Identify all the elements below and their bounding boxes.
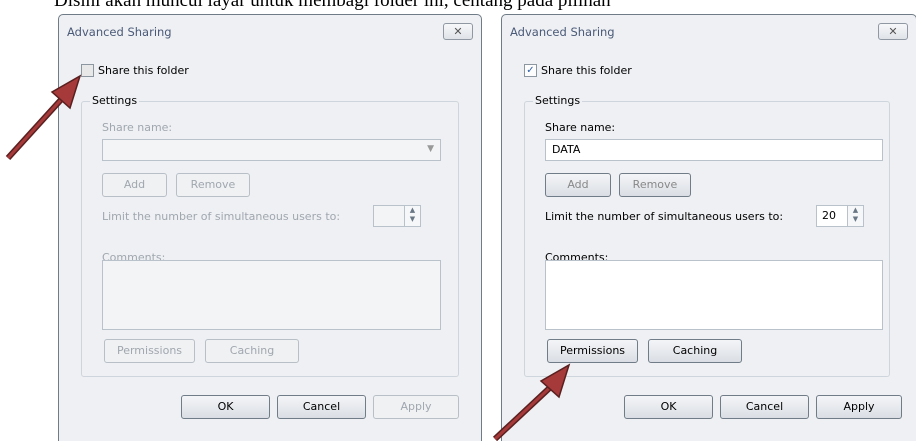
limit-users-label: Limit the number of simultaneous users t…: [102, 210, 341, 223]
share-name-value: DATA: [552, 143, 581, 156]
share-folder-checkbox-row[interactable]: ✓ Share this folder: [524, 64, 632, 77]
ok-button[interactable]: OK: [624, 395, 713, 419]
permissions-button[interactable]: Permissions: [104, 339, 195, 363]
close-icon: ✕: [453, 25, 463, 38]
share-name-combobox[interactable]: ▼: [102, 139, 441, 161]
caching-button[interactable]: Caching: [205, 339, 299, 363]
close-button[interactable]: ✕: [878, 23, 908, 40]
caching-button[interactable]: Caching: [648, 339, 742, 363]
remove-button[interactable]: Remove: [176, 173, 250, 197]
cancel-button[interactable]: Cancel: [277, 395, 366, 419]
permissions-button[interactable]: Permissions: [547, 339, 638, 363]
dialog-title: Advanced Sharing: [67, 25, 172, 39]
cancel-button[interactable]: Cancel: [720, 395, 809, 419]
document-caption: Disini akan muncul layar untuk membagi f…: [54, 0, 611, 11]
remove-button[interactable]: Remove: [619, 173, 691, 197]
limit-users-spinner[interactable]: 20 ▲ ▼: [816, 205, 864, 227]
share-folder-checkbox[interactable]: ✓: [524, 64, 537, 77]
add-button[interactable]: Add: [545, 173, 611, 197]
share-folder-label: Share this folder: [541, 64, 632, 77]
advanced-sharing-dialog-checked: Advanced Sharing ✕ ✓ Share this folder S…: [501, 14, 916, 441]
close-button[interactable]: ✕: [443, 23, 473, 40]
share-name-input[interactable]: DATA: [545, 139, 883, 161]
settings-label: Settings: [533, 94, 583, 107]
spin-up-icon[interactable]: ▲: [405, 206, 420, 215]
spin-down-icon[interactable]: ▼: [405, 215, 420, 224]
share-name-label: Share name:: [102, 121, 173, 134]
share-folder-checkbox-row[interactable]: Share this folder: [81, 64, 189, 77]
checkmark-icon: ✓: [526, 65, 535, 76]
chevron-down-icon: ▼: [427, 144, 434, 154]
limit-users-spinner[interactable]: ▲ ▼: [373, 205, 421, 227]
dialog-title: Advanced Sharing: [510, 25, 615, 39]
spin-up-icon[interactable]: ▲: [848, 206, 863, 215]
share-folder-label: Share this folder: [98, 64, 189, 77]
apply-button[interactable]: Apply: [816, 395, 902, 419]
spinner-buttons[interactable]: ▲ ▼: [404, 206, 420, 226]
add-button[interactable]: Add: [102, 173, 167, 197]
limit-users-value: 20: [822, 209, 836, 222]
advanced-sharing-dialog-unchecked: Advanced Sharing ✕ Share this folder Set…: [58, 14, 482, 441]
share-folder-checkbox[interactable]: [81, 64, 94, 77]
settings-label: Settings: [90, 94, 140, 107]
spinner-buttons[interactable]: ▲ ▼: [847, 206, 863, 226]
spin-down-icon[interactable]: ▼: [848, 215, 863, 224]
close-icon: ✕: [888, 25, 898, 38]
comments-textarea[interactable]: [545, 260, 883, 330]
limit-users-label: Limit the number of simultaneous users t…: [545, 210, 784, 223]
apply-button[interactable]: Apply: [373, 395, 459, 419]
ok-button[interactable]: OK: [181, 395, 270, 419]
share-name-label: Share name:: [545, 121, 616, 134]
comments-textarea[interactable]: [102, 260, 441, 330]
